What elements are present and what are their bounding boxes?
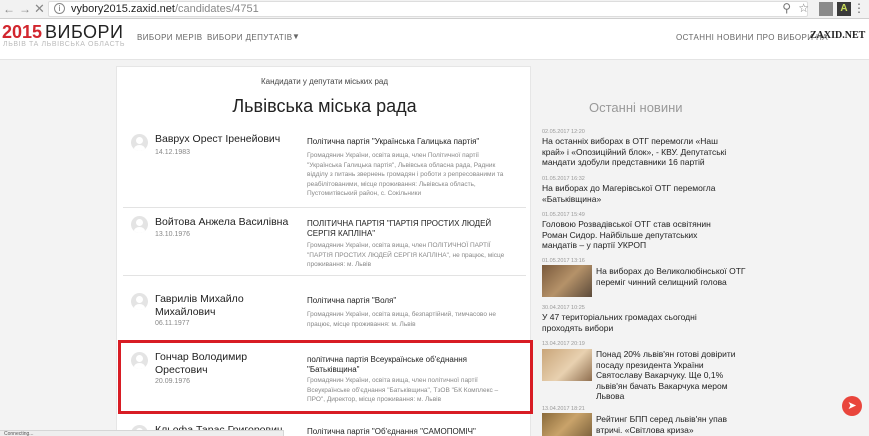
logo-subtitle: ЛЬВІВ ТА ЛЬВІВСЬКА ОБЛАСТЬ (3, 41, 126, 48)
avatar-placeholder-icon (131, 293, 148, 310)
search-icon[interactable]: ⚲ (782, 1, 791, 15)
candidate-party: Політична партія "Об'єднання "САМОПОМІЧ" (307, 427, 476, 436)
council-title: Львівська міська рада (232, 96, 417, 116)
news-item[interactable]: 01.05.2017 13:16 На виборах до Великолюб… (542, 257, 746, 297)
avatar-placeholder-icon (131, 134, 148, 151)
news-thumbnail-image[interactable] (542, 265, 592, 297)
status-bar: Connecting... (0, 430, 284, 436)
news-item[interactable]: 13.04.2017 20:19 Понад 20% львів'ян гото… (542, 340, 736, 401)
news-thumbnail-image[interactable] (542, 349, 592, 381)
candidate-description: Громадянин України, освіта вища, член ПО… (307, 242, 505, 268)
divider (123, 275, 526, 276)
candidate-description: Громадянин України, освіта вища, член По… (307, 152, 504, 197)
browser-toolbar: ← → ✕ i vybory2015.zaxid.net/candidates/… (0, 0, 869, 19)
candidate-name[interactable]: Ваврух Орест Іренейович (155, 133, 300, 146)
logo-word[interactable]: ВИБОРИ (45, 22, 124, 43)
news-date: 13.04.2017 18:21 (542, 406, 585, 412)
browser-menu-icon[interactable]: ⋮ (853, 1, 865, 15)
url-path: /candidates/4751 (174, 3, 259, 15)
forward-arrow-icon[interactable]: → (19, 2, 31, 16)
card-subtitle: Кандидати у депутати міських рад (260, 77, 389, 86)
news-date: 01.05.2017 16:32 (542, 176, 585, 182)
candidate-description: Громадянин України, освіта вища, безпарт… (307, 311, 496, 328)
news-headline[interactable]: Рейтинг БПП серед львів'ян упав втричі. … (596, 414, 746, 435)
address-bar[interactable]: i vybory2015.zaxid.net/candidates/4751 (48, 1, 808, 17)
news-date: 13.04.2017 20:19 (542, 341, 585, 347)
divider (123, 207, 526, 208)
selection-highlight-box (118, 340, 533, 414)
candidate-party: Політична партія "Українська Галицька па… (307, 137, 480, 146)
news-item[interactable]: 01.05.2017 15:49 Головою Розвадівської О… (542, 211, 732, 251)
news-item[interactable]: 02.05.2017 12:20 На останніх виборах в О… (542, 128, 732, 168)
nav-mayors-elections[interactable]: ВИБОРИ МЕРІВ (137, 33, 202, 42)
latest-news-link[interactable]: ОСТАННІ НОВИНИ ПРО ВИБОРИ НА (676, 33, 828, 42)
chevron-down-icon[interactable]: ▼ (292, 32, 300, 41)
zaxid-brand-link[interactable]: ZAXID.NET (810, 30, 865, 41)
news-date: 01.05.2017 13:16 (542, 258, 585, 264)
extension-icon[interactable] (819, 2, 833, 16)
news-date: 01.05.2017 15:49 (542, 212, 585, 218)
news-headline[interactable]: Головою Розвадівської ОТГ став освітянин… (542, 219, 732, 251)
news-headline[interactable]: На виборах до Великолюбінської ОТГ перем… (596, 266, 746, 287)
logo-year[interactable]: 2015 (2, 22, 42, 43)
candidate-name[interactable]: Войтова Анжела Василівна (155, 216, 300, 229)
page-info-icon[interactable]: i (54, 3, 65, 14)
telegram-share-icon[interactable]: ➤ (842, 396, 862, 416)
candidate-birthdate: 14.12.1983 (155, 149, 191, 156)
news-item[interactable]: 30.04.2017 10:25 У 47 територіальних гро… (542, 304, 732, 333)
candidate-birthdate: 13.10.1976 (155, 231, 191, 238)
candidate-birthdate: 06.11.1977 (155, 320, 190, 327)
nav-deputies-elections[interactable]: ВИБОРИ ДЕПУТАТІВ (207, 33, 293, 42)
candidate-name[interactable]: Гаврилів Михайло Михайлович (155, 293, 300, 319)
latest-news-title: Останні новини (589, 100, 683, 115)
site-header: 2015 ВИБОРИ ЛЬВІВ ТА ЛЬВІВСЬКА ОБЛАСТЬ В… (0, 19, 869, 60)
back-arrow-icon[interactable]: ← (3, 2, 15, 16)
stop-loading-icon[interactable]: ✕ (34, 1, 45, 17)
bookmark-star-icon[interactable]: ☆ (798, 1, 809, 15)
avatar-placeholder-icon (131, 216, 148, 233)
news-date: 30.04.2017 10:25 (542, 305, 585, 311)
news-headline[interactable]: На виборах до Магерівської ОТГ перемогла… (542, 183, 732, 204)
extension-a-icon[interactable]: A (837, 2, 851, 16)
candidate-party: ПОЛІТИЧНА ПАРТІЯ "ПАРТІЯ ПРОСТИХ ЛЮДЕЙ С… (307, 219, 492, 238)
news-thumbnail-image[interactable] (542, 413, 592, 436)
news-item[interactable]: 01.05.2017 16:32 На виборах до Магерівсь… (542, 175, 732, 204)
url-host: vybory2015.zaxid.net (71, 3, 175, 15)
news-headline[interactable]: Понад 20% львів'ян готові довірити посад… (596, 349, 746, 402)
news-date: 02.05.2017 12:20 (542, 129, 585, 135)
news-item[interactable]: 13.04.2017 18:21 Рейтинг БПП серед львів… (542, 405, 732, 436)
candidate-party: Політична партія "Воля" (307, 296, 397, 305)
news-headline[interactable]: У 47 територіальних громадах сьогодні пр… (542, 312, 732, 333)
news-headline[interactable]: На останніх виборах в ОТГ перемогли «Наш… (542, 136, 732, 168)
